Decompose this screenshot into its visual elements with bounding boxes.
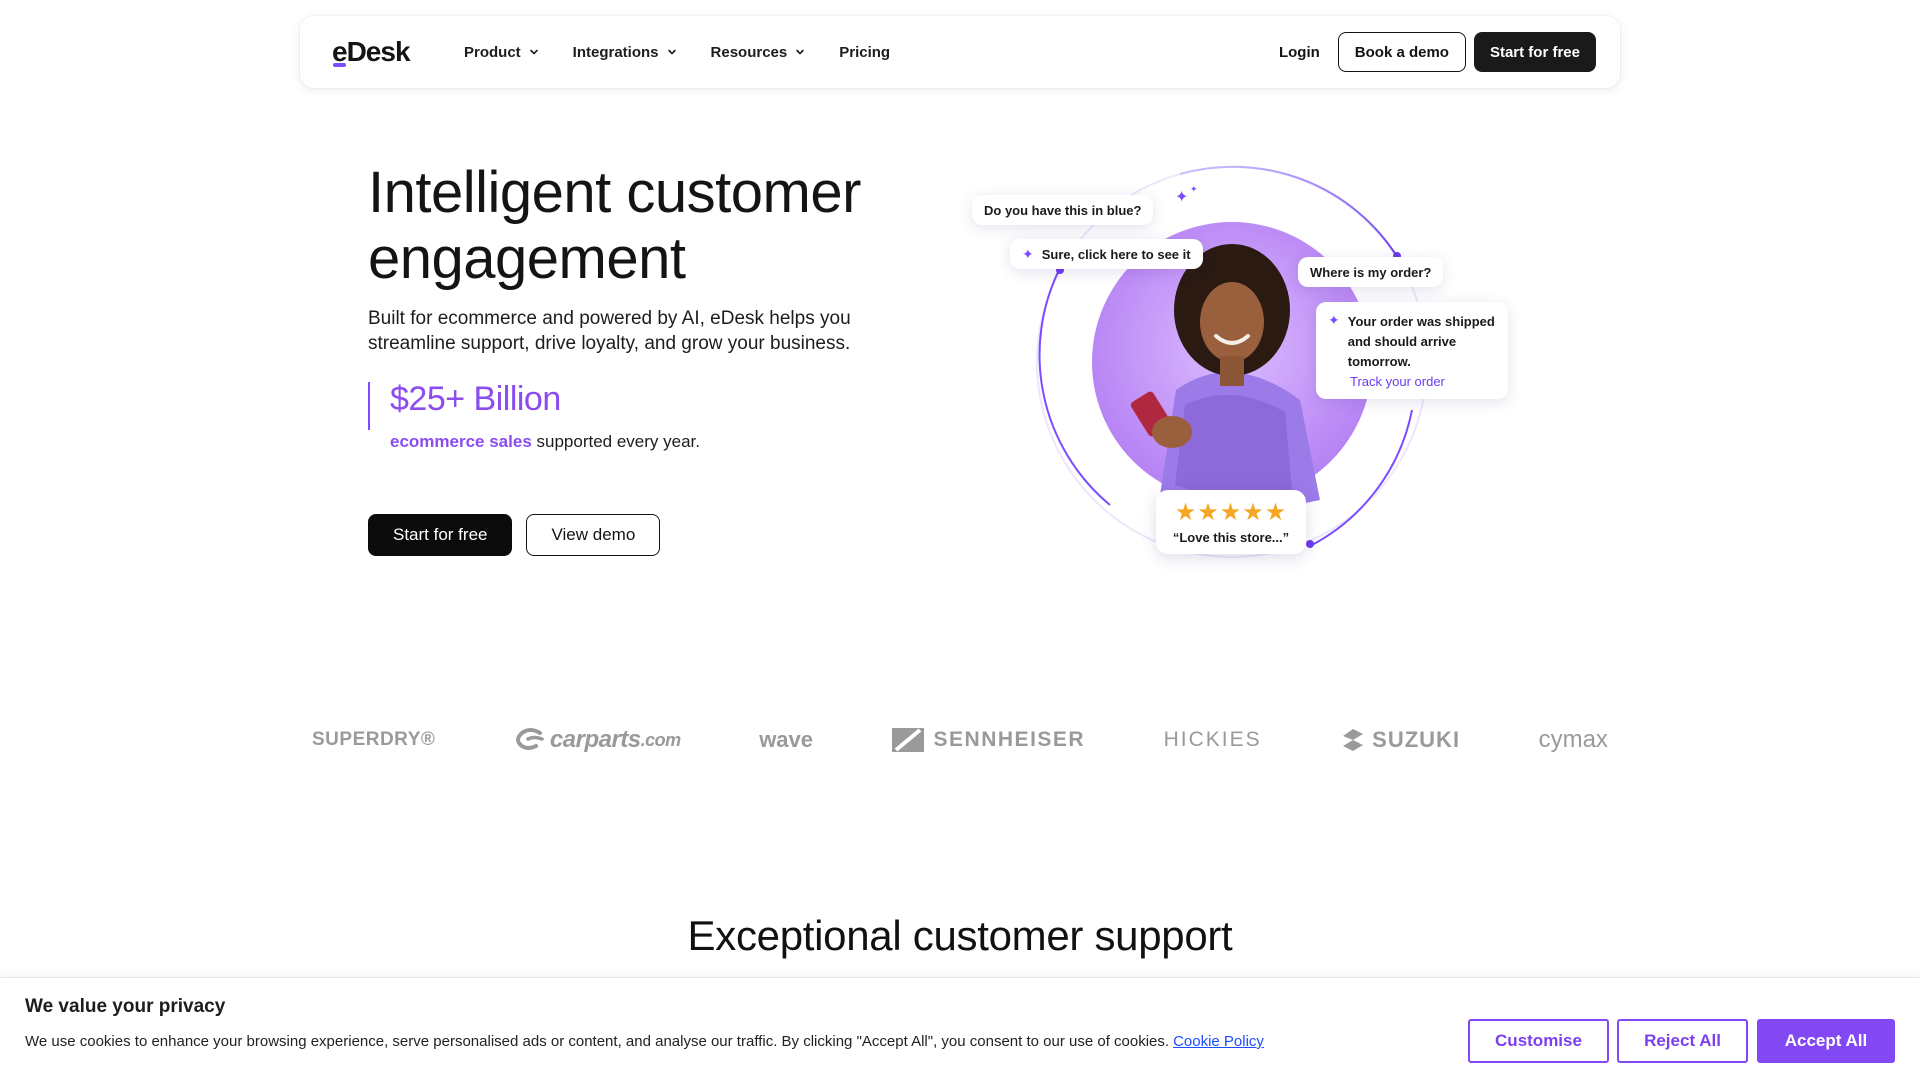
- sparkle-icon: ✦: [1175, 187, 1188, 206]
- hero-subtitle: Built for ecommerce and powered by AI, e…: [368, 308, 851, 354]
- main-menu: Product Integrations Resources Pricing: [464, 44, 924, 61]
- chevron-down-icon: [529, 49, 538, 55]
- section-title: Exceptional customer support: [687, 912, 1233, 959]
- cookie-policy-link[interactable]: Cookie Policy: [1173, 1033, 1264, 1050]
- edesk-logo[interactable]: eDesk: [332, 36, 442, 68]
- stat-value: $25+ Billion: [390, 380, 561, 418]
- stat-accent-line: [368, 382, 390, 430]
- top-navbar: eDesk Product Integrations Resources Pri…: [300, 16, 1620, 88]
- logo-accent-bar: [333, 63, 346, 67]
- sparkle-icon: ✦: [1190, 185, 1198, 195]
- hero-title: Intelligent customer engagement: [368, 160, 861, 291]
- order-status-message: Your order was shipped and should arrive…: [1347, 314, 1495, 369]
- carparts-logo: carparts .com: [514, 726, 681, 754]
- superdry-logo: SUPERDRY®: [312, 729, 436, 750]
- hero-illustration: ✦ ✦ Do you have this in blue? ✦ Sure, cl…: [972, 150, 1540, 570]
- sennheiser-logo-text: SENNHEISER: [933, 728, 1086, 751]
- menu-resources[interactable]: Resources: [711, 44, 806, 61]
- cookie-consent-banner: We value your privacy We use cookies to …: [0, 977, 1920, 1080]
- book-demo-button[interactable]: Book a demo: [1337, 32, 1466, 72]
- cymax-logo: cymax: [1538, 726, 1608, 753]
- carparts-logo-main: carparts: [549, 726, 641, 753]
- customer-logos-strip: SUPERDRY® carparts .com wave SENNHEISER H…: [300, 712, 1620, 768]
- track-order-link[interactable]: Track your order: [1350, 374, 1498, 389]
- nav-start-free-button[interactable]: Start for free: [1473, 32, 1596, 72]
- carparts-logo-suffix: .com: [640, 729, 682, 750]
- stat-highlight: ecommerce sales: [390, 432, 532, 451]
- suzuki-s-icon: [1343, 729, 1364, 751]
- ai-sparkle-icon: ✦: [1022, 245, 1034, 262]
- menu-integrations-label: Integrations: [572, 43, 659, 61]
- stat-rest: supported every year.: [536, 432, 700, 451]
- ai-sparkle-icon: ✦: [1328, 312, 1340, 328]
- wave-logo: wave: [759, 727, 814, 752]
- login-link[interactable]: Login: [1279, 44, 1320, 61]
- chat-bubble-ai-reply: ✦ Sure, click here to see it: [1010, 239, 1203, 269]
- bubble-text: Do you have this in blue?: [984, 202, 1142, 218]
- stat-caption: ecommerce sales supported every year.: [390, 432, 700, 452]
- menu-pricing-label: Pricing: [839, 43, 891, 61]
- cookie-description: We use cookies to enhance your browsing …: [25, 1033, 1264, 1050]
- order-status-card: ✦ Your order was shipped and should arri…: [1316, 302, 1508, 399]
- review-quote: “Love this store...”: [1172, 529, 1290, 545]
- sennheiser-mark-icon: [891, 728, 924, 752]
- menu-product-label: Product: [464, 43, 521, 61]
- chat-bubble-order-question: Where is my order?: [1298, 257, 1444, 287]
- menu-pricing[interactable]: Pricing: [839, 44, 890, 61]
- reject-all-button[interactable]: Reject All: [1617, 1019, 1748, 1063]
- five-star-rating-icon: ★★★★★: [1174, 498, 1288, 526]
- orbit-dot: [1306, 540, 1314, 548]
- customise-button[interactable]: Customise: [1468, 1019, 1609, 1063]
- menu-integrations[interactable]: Integrations: [573, 44, 677, 61]
- hero-start-free-button[interactable]: Start for free: [368, 514, 513, 556]
- chevron-down-icon: [796, 49, 805, 55]
- sennheiser-logo: SENNHEISER: [891, 728, 1086, 752]
- suzuki-logo: SUZUKI: [1340, 727, 1460, 753]
- hero-cta-row: Start for free View demo: [368, 514, 661, 556]
- bubble-text: Where is my order?: [1310, 264, 1432, 280]
- menu-resources-label: Resources: [710, 43, 788, 61]
- cookie-title: We value your privacy: [25, 996, 226, 1017]
- chat-bubble-question-blue: Do you have this in blue?: [972, 195, 1154, 225]
- view-demo-button[interactable]: View demo: [526, 514, 661, 556]
- menu-product[interactable]: Product: [464, 44, 539, 61]
- bubble-text: Sure, click here to see it: [1041, 246, 1191, 262]
- nav-actions: Login Book a demo Start for free: [1279, 32, 1596, 72]
- chevron-down-icon: [667, 49, 676, 55]
- accept-all-button[interactable]: Accept All: [1757, 1019, 1895, 1063]
- cookie-body-text: We use cookies to enhance your browsing …: [25, 1033, 1170, 1050]
- suzuki-logo-text: SUZUKI: [1372, 727, 1461, 752]
- hickies-logo: HICKIES: [1163, 728, 1262, 751]
- review-rating-card: ★★★★★ “Love this store...”: [1156, 490, 1306, 554]
- carparts-swoosh-icon: [515, 728, 544, 750]
